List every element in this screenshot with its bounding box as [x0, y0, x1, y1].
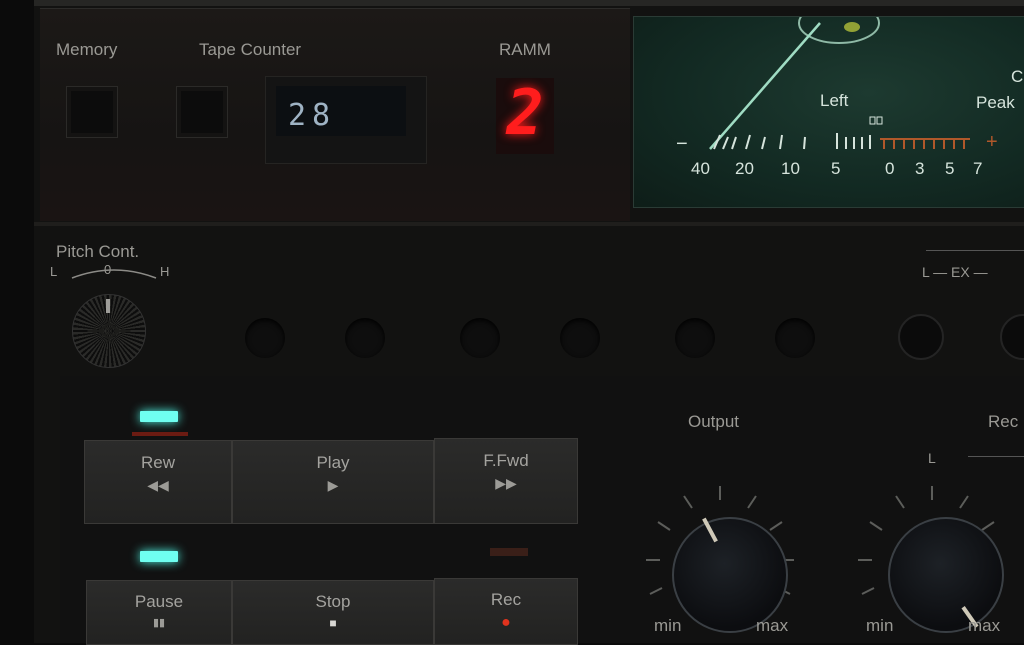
play-button[interactable]: Play ▶	[232, 440, 434, 524]
rec-level-min-label: min	[866, 616, 894, 635]
play-icon: ▶	[327, 477, 339, 493]
counter-reset-button[interactable]	[176, 86, 228, 138]
tape-counter-value: 28	[288, 98, 337, 133]
meter-scale-p5: 5	[945, 159, 955, 178]
pitch-low-label: L	[50, 264, 58, 279]
meter-scale-ticks	[713, 133, 871, 150]
pitch-arc-icon	[71, 269, 157, 279]
top-trim	[34, 0, 1024, 6]
rec-bracket-line	[968, 456, 1024, 457]
ramm-label: RAMM	[499, 40, 551, 59]
output-label: Output	[688, 412, 740, 431]
ex-label: L — EX —	[922, 264, 988, 280]
pitch-label: Pitch Cont.	[56, 242, 140, 261]
panel-socket	[245, 318, 285, 358]
rec-led	[490, 548, 528, 556]
rec-button[interactable]: Rec ●	[434, 578, 578, 645]
stop-label: Stop	[315, 592, 351, 611]
pause-led	[140, 551, 178, 562]
meter-minus: −	[676, 133, 688, 155]
meter-scale-10: 10	[781, 159, 800, 178]
meter-peak-label: Peak	[976, 93, 1015, 112]
meter-scale-5: 5	[831, 159, 841, 178]
play-label: Play	[316, 453, 350, 472]
panel-divider	[34, 222, 1024, 226]
record-icon: ●	[501, 614, 511, 631]
ffwd-button[interactable]: F.Fwd ▶▶	[434, 438, 578, 524]
rew-button[interactable]: Rew ◀◀	[84, 440, 232, 524]
meter-needle	[709, 22, 821, 150]
tape-counter-label: Tape Counter	[199, 40, 302, 59]
meter-scale-p3: 3	[915, 159, 925, 178]
dolby-mark-right	[876, 116, 883, 125]
rec-level-label: Rec	[988, 412, 1019, 431]
panel-socket	[675, 318, 715, 358]
pause-icon: ▮▮	[152, 617, 166, 629]
output-knob-marker	[702, 517, 718, 543]
panel-socket	[460, 318, 500, 358]
meter-scale-p7: 7	[973, 159, 983, 178]
output-min-label: min	[654, 616, 682, 635]
rewind-icon: ◀◀	[147, 477, 169, 493]
meter-plus: +	[986, 131, 998, 153]
panel-socket	[775, 318, 815, 358]
panel-socket	[345, 318, 385, 358]
ffwd-label: F.Fwd	[483, 451, 529, 470]
rec-level-max-label: max	[968, 616, 1001, 635]
stop-icon: ■	[329, 616, 337, 630]
memory-label: Memory	[56, 40, 118, 59]
panel-socket	[560, 318, 600, 358]
pause-button[interactable]: Pause ▮▮	[86, 580, 232, 645]
rew-label: Rew	[140, 453, 175, 472]
pitch-knob-marker	[106, 299, 110, 313]
output-max-label: max	[756, 616, 789, 635]
meter-peak-prefix: C	[1011, 67, 1024, 86]
rec-label: Rec	[490, 590, 522, 609]
ramm-value: 2	[506, 76, 544, 149]
dolby-mark-left	[869, 116, 876, 125]
meter-scale-40: 40	[691, 159, 710, 178]
rew-led	[140, 411, 178, 422]
stop-button[interactable]: Stop ■	[232, 580, 434, 645]
ex-bracket-line	[926, 250, 1024, 251]
meter-scale-0: 0	[885, 159, 895, 178]
rec-level-channel: L	[928, 450, 936, 466]
vu-meter: Left Peak C − + 40 20 10 5 0 3 5 7	[633, 16, 1024, 208]
fast-forward-icon: ▶▶	[495, 475, 517, 491]
meter-peak-zone	[880, 138, 970, 149]
meter-channel-label: Left	[820, 91, 849, 110]
meter-pivot	[798, 17, 880, 44]
memory-button[interactable]	[66, 86, 118, 138]
pitch-knob[interactable]	[72, 294, 146, 368]
pause-label: Pause	[134, 592, 184, 611]
rew-led-glow	[132, 432, 188, 436]
meter-lamp	[844, 22, 860, 32]
meter-scale-20: 20	[735, 159, 754, 178]
ex-knob-left[interactable]	[898, 314, 944, 360]
